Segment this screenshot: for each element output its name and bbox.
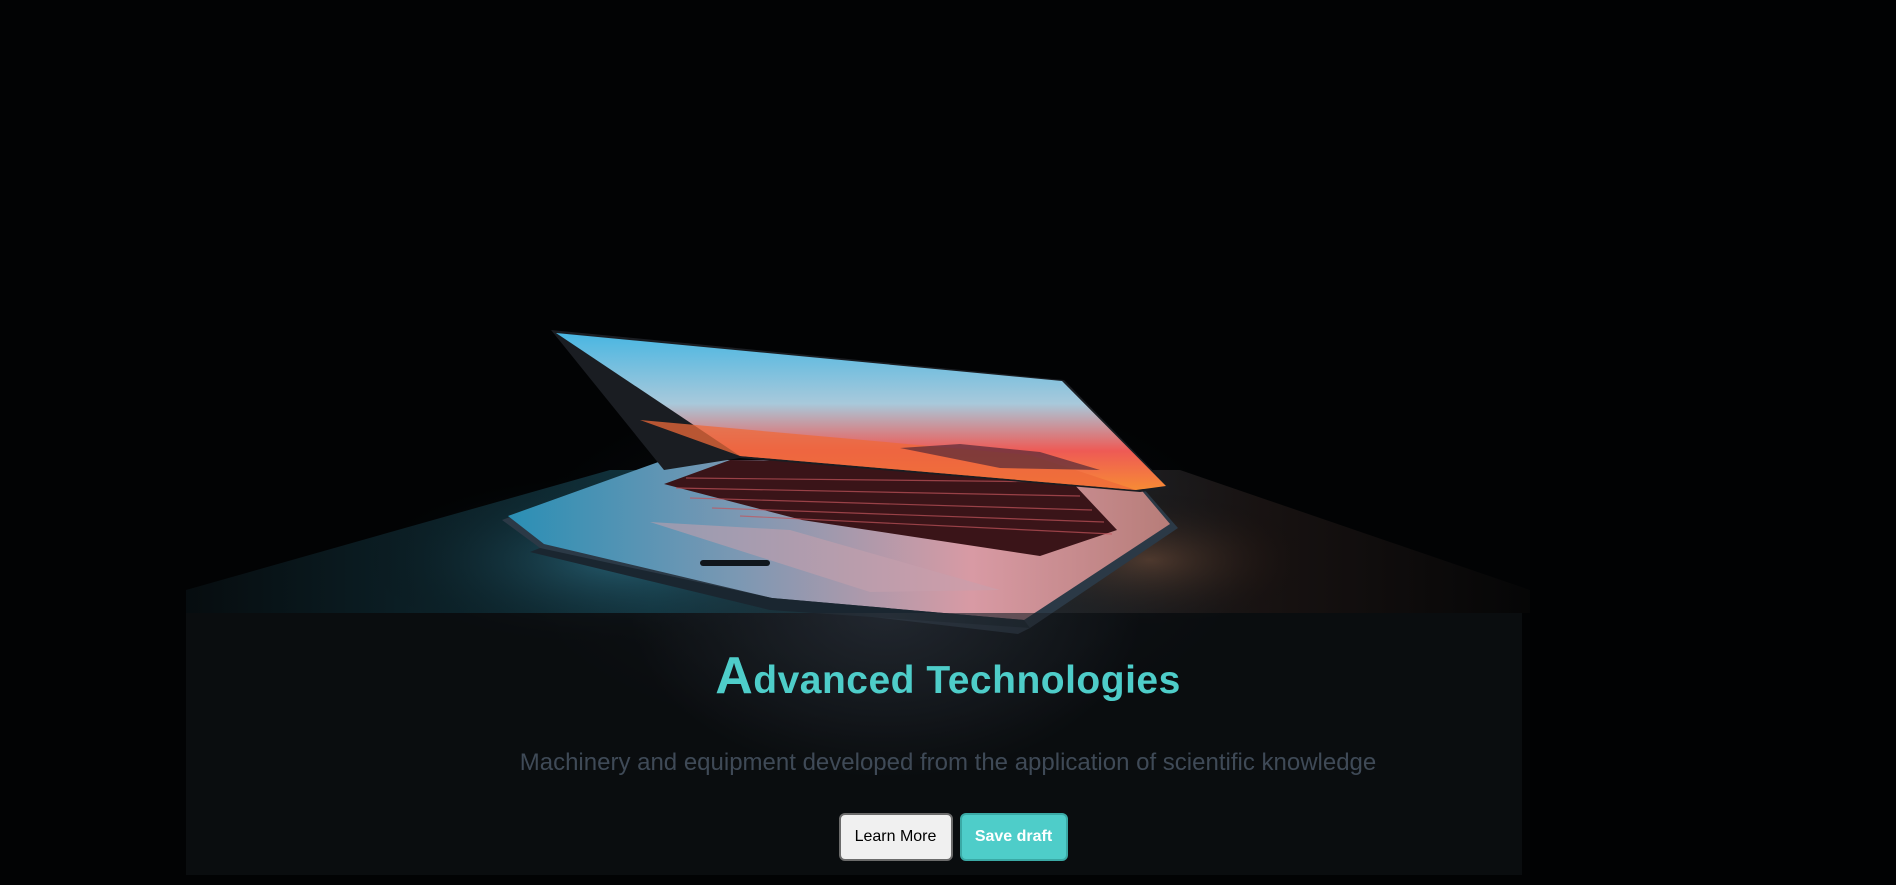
page-title: Advanced Technologies	[0, 650, 1896, 702]
learn-more-button[interactable]: Learn More	[838, 813, 953, 861]
title-rest: dvanced Technologies	[753, 659, 1181, 702]
save-draft-button[interactable]: Save draft	[959, 813, 1068, 861]
hero-section: Advanced Technologies Machinery and equi…	[0, 0, 1896, 885]
hero-actions: Learn More Save draft	[0, 813, 1896, 861]
hero-subtitle: Machinery and equipment developed from t…	[519, 749, 1377, 776]
title-first-letter: A	[715, 647, 754, 705]
